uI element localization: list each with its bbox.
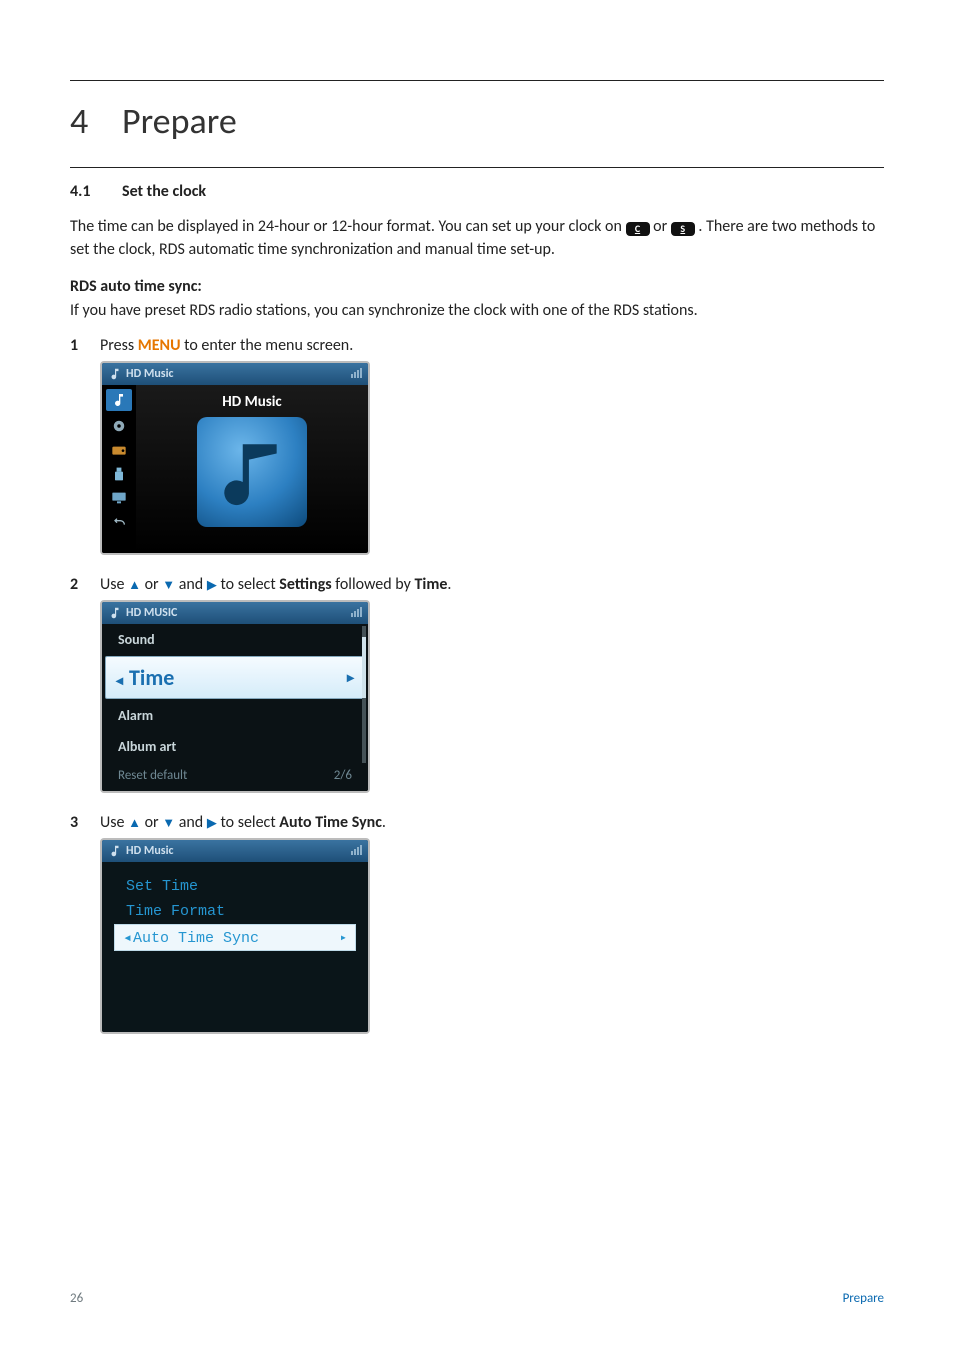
- label-time: Time: [414, 575, 447, 594]
- right-arrow-icon: [207, 578, 217, 593]
- rds-heading: RDS auto time sync:: [70, 277, 202, 296]
- label-settings: Settings: [279, 575, 331, 594]
- page-number: 26: [70, 1291, 83, 1306]
- label-auto-time-sync: Auto Time Sync: [279, 813, 382, 832]
- right-arrow-icon: [207, 816, 217, 831]
- signal-icon: [351, 845, 362, 855]
- step-2: 2 Use or and to select Settings followed…: [70, 575, 884, 594]
- step-3-number: 3: [70, 813, 100, 832]
- page-footer: 26 Prepare: [70, 1291, 884, 1306]
- step-2-number: 2: [70, 575, 100, 594]
- music-art-icon: [197, 417, 307, 527]
- screenshot-hd-music: HD Music HD Music: [100, 361, 370, 555]
- chevron-right-icon: ▸: [347, 669, 354, 686]
- screenshot-3-header: HD Music: [102, 840, 368, 862]
- intro-text-b: or: [653, 217, 671, 236]
- chapter-number: 4: [70, 99, 122, 143]
- up-arrow-icon: [128, 815, 141, 831]
- section-number: 4.1: [70, 182, 122, 201]
- screenshot-3-title: HD Music: [126, 844, 174, 858]
- list-item-selected-ats: Auto Time Sync ▸: [114, 924, 356, 951]
- sidebar-monitor-icon: [110, 489, 128, 507]
- sidebar-disc-icon: [110, 417, 128, 435]
- page-indicator: 2/6: [334, 768, 352, 783]
- badge-s-icon: S: [671, 222, 695, 236]
- sidebar-radio-icon: [110, 441, 128, 459]
- step-3-text: Use or and to select Auto Time Sync.: [100, 813, 884, 832]
- chevron-left-icon: ◂: [116, 672, 123, 689]
- list-item: Time Format: [126, 899, 344, 924]
- step-3: 3 Use or and to select Auto Time Sync.: [70, 813, 884, 832]
- selected-label: Time: [129, 664, 174, 691]
- music-icon: [108, 606, 122, 620]
- music-icon: [108, 367, 122, 381]
- screenshot-1-main-title: HD Music: [136, 385, 368, 417]
- rds-block: RDS auto time sync: If you have preset R…: [70, 275, 884, 321]
- step-2-text: Use or and to select Settings followed b…: [100, 575, 884, 594]
- rds-text: If you have preset RDS radio stations, y…: [70, 301, 698, 320]
- screenshot-2-header: HD MUSIC: [102, 602, 368, 624]
- sidebar-back-icon: [110, 513, 128, 531]
- section-heading: 4.1 Set the clock: [70, 168, 884, 215]
- list-item: Sound: [102, 624, 368, 655]
- footer-breadcrumb: Prepare: [843, 1291, 884, 1306]
- screenshot-2-title: HD MUSIC: [126, 606, 177, 620]
- chapter-title: Prepare: [122, 99, 237, 143]
- down-arrow-icon: [162, 815, 175, 831]
- selected-label: Auto Time Sync: [123, 928, 259, 947]
- sidebar-music-icon: [106, 389, 132, 411]
- step-1-text: Press MENU to enter the menu screen.: [100, 336, 884, 355]
- intro-text-a: The time can be displayed in 24-hour or …: [70, 217, 626, 236]
- signal-icon: [351, 368, 362, 378]
- sidebar-icons: [102, 385, 136, 553]
- chapter-heading: 4 Prepare: [70, 81, 884, 167]
- step-1-number: 1: [70, 336, 100, 355]
- list-item: Set Time: [126, 874, 344, 899]
- chevron-right-icon: ▸: [340, 930, 347, 945]
- signal-icon: [351, 607, 362, 617]
- intro-paragraph: The time can be displayed in 24-hour or …: [70, 215, 884, 261]
- sidebar-usb-icon: [110, 465, 128, 483]
- step-1: 1 Press MENU to enter the menu screen.: [70, 336, 884, 355]
- down-arrow-icon: [162, 577, 175, 593]
- screenshot-settings: HD MUSIC Sound ◂ Time ▸ Alarm Album art R…: [100, 600, 370, 793]
- list-item: Alarm: [102, 700, 368, 731]
- screenshot-1-title: HD Music: [126, 367, 174, 381]
- screenshot-auto-time-sync: HD Music Set Time Time Format Auto Time …: [100, 838, 370, 1034]
- section-title: Set the clock: [122, 182, 206, 201]
- scrollbar: [362, 626, 366, 763]
- list-item-selected-time: ◂ Time ▸: [105, 656, 365, 699]
- badge-c-icon: C: [626, 222, 650, 236]
- up-arrow-icon: [128, 577, 141, 593]
- screenshot-1-header: HD Music: [102, 363, 368, 385]
- music-icon: [108, 844, 122, 858]
- list-item: Album art: [102, 731, 368, 762]
- menu-label: MENU: [138, 336, 181, 355]
- list-item-reset: Reset default: [118, 768, 187, 783]
